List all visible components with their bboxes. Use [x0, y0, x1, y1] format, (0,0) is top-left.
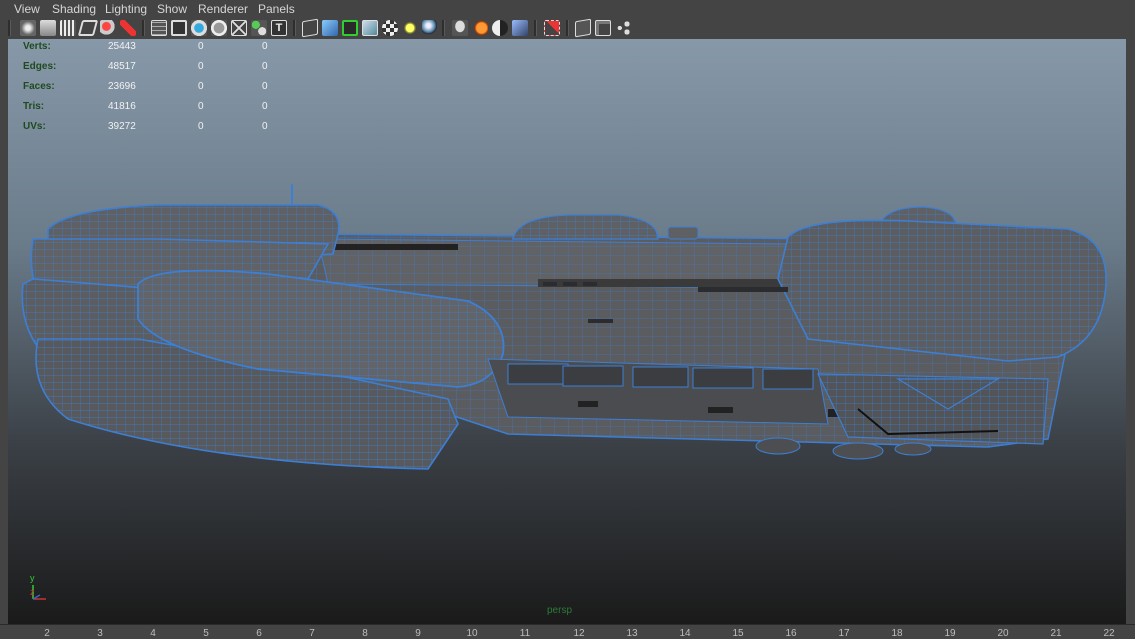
motion-blur-icon[interactable]	[472, 20, 488, 36]
view-axis-indicator: y z	[28, 573, 58, 603]
bookmark-icon[interactable]	[60, 20, 76, 36]
shadows-icon[interactable]	[422, 20, 438, 36]
menu-panels[interactable]: Panels	[258, 2, 295, 16]
ruler-tick: 14	[679, 628, 691, 639]
grease-pencil-icon[interactable]	[120, 20, 136, 36]
hud-edges-label: Edges:	[23, 61, 57, 72]
ruler-tick: 2	[44, 628, 50, 639]
safe-title-icon[interactable]: T	[271, 20, 287, 36]
hud-uvs-label: UVs:	[23, 121, 46, 132]
hud-faces-selected: 0	[198, 81, 204, 92]
ruler-tick: 15	[732, 628, 744, 639]
isolate-select-icon[interactable]	[544, 20, 560, 36]
camera-name-label: persp	[547, 605, 573, 616]
safe-title-icon[interactable]	[251, 20, 267, 36]
hud-uvs-selected: 0	[198, 121, 204, 132]
hud-verts-value: 25443	[108, 41, 136, 52]
ruler-tick: 6	[256, 628, 262, 639]
perspective-viewport[interactable]: Verts: 25443 0 0 Edges: 48517 0 0 Faces:…	[8, 39, 1126, 624]
hud-uvs-third: 0	[262, 121, 268, 132]
time-slider-ruler[interactable]: 2 3 4 5 6 7 8 9 10 11 12 13 14 15 16 17 …	[0, 624, 1135, 639]
hud-tris-third: 0	[262, 101, 268, 112]
gate-mask-icon[interactable]	[211, 20, 227, 36]
smooth-shade-icon[interactable]	[322, 20, 338, 36]
resolution-gate-icon[interactable]	[191, 20, 207, 36]
panel-right-border	[1126, 39, 1135, 624]
field-chart-icon[interactable]	[231, 20, 247, 36]
ruler-tick: 18	[891, 628, 903, 639]
menu-lighting[interactable]: Lighting	[105, 2, 147, 16]
ruler-tick: 22	[1103, 628, 1115, 639]
right-engine-pod	[777, 219, 1107, 362]
toolbar-separator	[534, 20, 537, 36]
xray-icon[interactable]	[575, 18, 591, 38]
hud-edges-value: 48517	[108, 61, 136, 72]
hud-edges-third: 0	[262, 61, 268, 72]
ruler-tick: 20	[997, 628, 1009, 639]
image-plane-icon[interactable]	[77, 20, 99, 36]
hud-verts-selected: 0	[198, 41, 204, 52]
menu-show[interactable]: Show	[157, 2, 187, 16]
anti-aliasing-icon[interactable]	[492, 20, 508, 36]
toolbar-separator	[566, 20, 569, 36]
hud-faces-value: 23696	[108, 81, 136, 92]
ruler-tick: 3	[97, 628, 103, 639]
ruler-tick: 17	[838, 628, 850, 639]
menu-renderer[interactable]: Renderer	[198, 2, 248, 16]
hud-tris-value: 41816	[108, 101, 136, 112]
grid-icon[interactable]	[151, 20, 167, 36]
spaceship-model[interactable]	[8, 39, 1126, 624]
xray-components-icon[interactable]	[615, 20, 631, 36]
hud-verts-third: 0	[262, 41, 268, 52]
ruler-tick: 5	[203, 628, 209, 639]
hud-uvs-value: 39272	[108, 121, 136, 132]
toolbar-separator	[8, 20, 11, 36]
ruler-tick: 9	[415, 628, 421, 639]
hud-tris-selected: 0	[198, 101, 204, 112]
ruler-tick: 4	[150, 628, 156, 639]
hud-faces-label: Faces:	[23, 81, 55, 92]
menu-view[interactable]: View	[14, 2, 40, 16]
toolbar-separator	[293, 20, 296, 36]
ruler-tick: 8	[362, 628, 368, 639]
panel-toolbar: T	[0, 18, 1135, 39]
ruler-tick: 7	[309, 628, 315, 639]
hud-faces-third: 0	[262, 81, 268, 92]
wireframe-icon[interactable]	[302, 18, 318, 38]
ruler-tick: 11	[519, 628, 531, 639]
hud-edges-selected: 0	[198, 61, 204, 72]
default-material-icon[interactable]	[362, 20, 378, 36]
menu-shading[interactable]: Shading	[52, 2, 96, 16]
hud-verts-label: Verts:	[23, 41, 51, 52]
xray-joints-icon[interactable]	[595, 20, 611, 36]
lower-deck-bays	[487, 358, 858, 425]
2d-pan-zoom-icon[interactable]	[100, 20, 116, 36]
use-all-lights-icon[interactable]	[402, 20, 418, 36]
ruler-tick: 16	[785, 628, 797, 639]
ruler-tick: 12	[573, 628, 585, 639]
textured-icon[interactable]	[382, 20, 398, 36]
film-gate-icon[interactable]	[171, 20, 187, 36]
ruler-tick: 10	[466, 628, 478, 639]
screen-space-ao-icon[interactable]	[452, 20, 468, 36]
axis-z-label: z	[30, 587, 35, 597]
hud-tris-label: Tris:	[23, 101, 45, 112]
wireframe-on-shaded-icon[interactable]	[342, 20, 358, 36]
ruler-tick: 21	[1050, 628, 1062, 639]
panel-menu-bar: View Shading Lighting Show Renderer Pane…	[0, 0, 1135, 18]
ruler-tick: 19	[944, 628, 956, 639]
select-camera-icon[interactable]	[20, 20, 36, 36]
toolbar-separator	[442, 20, 445, 36]
panel-left-border	[0, 39, 8, 624]
depth-of-field-icon[interactable]	[512, 20, 528, 36]
camera-attributes-icon[interactable]	[40, 20, 56, 36]
toolbar-separator	[142, 20, 145, 36]
ruler-tick: 13	[626, 628, 638, 639]
